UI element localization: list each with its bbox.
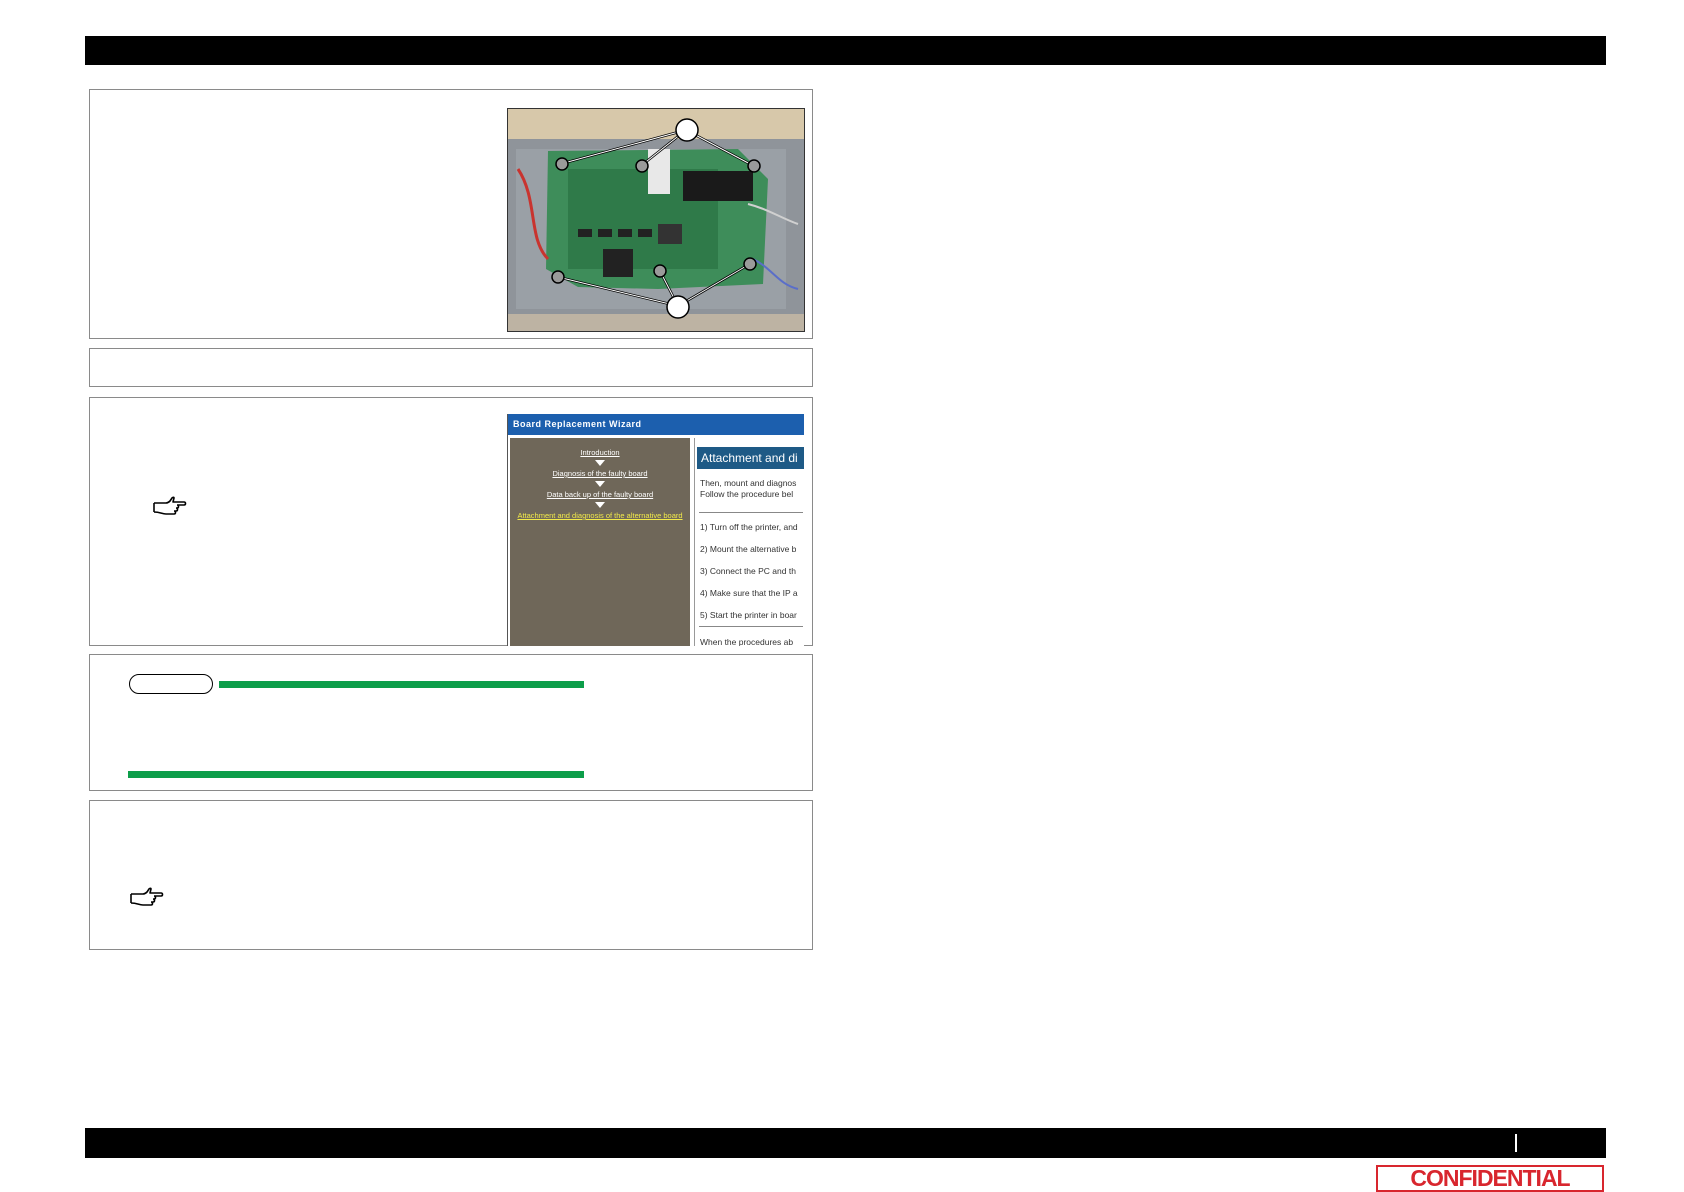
note-bottom-rule: [128, 771, 584, 778]
confidential-stamp: CONFIDENTIAL: [1376, 1165, 1604, 1192]
footer-separator: [1515, 1134, 1517, 1152]
note-badge: [129, 674, 213, 694]
arrow-down-icon: [595, 502, 605, 508]
wizard-step-text: 1) Turn off the printer, and: [700, 522, 798, 532]
wizard-intro-line: Then, mount and diagnos: [700, 478, 797, 488]
divider: [699, 626, 803, 627]
wizard-step-text: 4) Make sure that the IP a: [700, 588, 798, 598]
wizard-title: Board Replacement Wizard: [508, 414, 804, 435]
note-panel: [89, 654, 813, 791]
wizard-content-heading: Attachment and di: [697, 447, 804, 469]
wizard-intro-line: Follow the procedure bel: [700, 489, 794, 499]
arrow-down-icon: [595, 481, 605, 487]
wizard-step-text: 2) Mount the alternative b: [700, 544, 797, 554]
pointing-hand-icon: [152, 494, 188, 518]
header-bar: [85, 36, 1606, 65]
step-panel-reference: [89, 800, 813, 950]
board-photo: [507, 108, 805, 332]
pointing-hand-icon: [129, 885, 165, 909]
step-panel-wizard: Board Replacement Wizard Introduction Di…: [89, 397, 813, 646]
wizard-step-text: 3) Connect the PC and th: [700, 566, 796, 576]
wizard-step-backup[interactable]: Data back up of the faulty board: [510, 490, 690, 499]
wizard-step-text: 5) Start the printer in boar: [700, 610, 797, 620]
step-panel-photo: [89, 89, 813, 339]
footer-bar: [85, 1128, 1606, 1158]
step-panel-blank: [89, 348, 813, 387]
arrow-down-icon: [595, 460, 605, 466]
note-top-rule: [219, 681, 584, 688]
wizard-footer-line: When the procedures ab: [700, 637, 794, 646]
wizard-steps-pane: Introduction Diagnosis of the faulty boa…: [510, 438, 690, 646]
divider: [699, 512, 803, 513]
wizard-step-introduction[interactable]: Introduction: [510, 448, 690, 457]
board-replacement-wizard-screenshot: Board Replacement Wizard Introduction Di…: [507, 414, 804, 646]
wizard-step-diagnosis[interactable]: Diagnosis of the faulty board: [510, 469, 690, 478]
wizard-content-pane: Attachment and di Then, mount and diagno…: [694, 438, 804, 646]
wizard-step-attachment[interactable]: Attachment and diagnosis of the alternat…: [510, 511, 690, 520]
